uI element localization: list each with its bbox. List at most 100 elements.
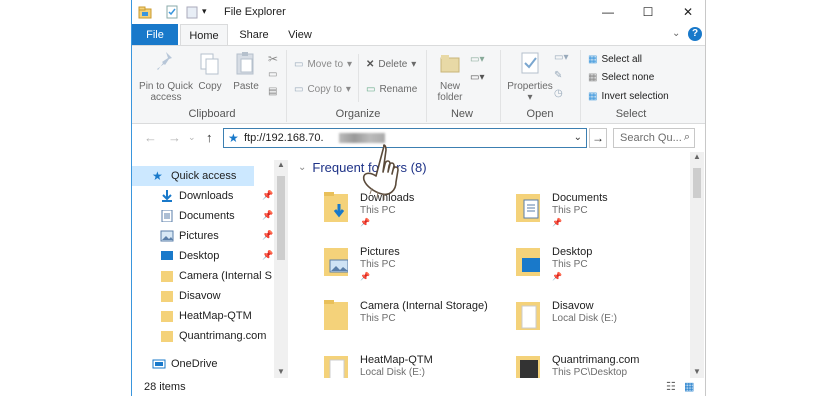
folder-tile-pictures[interactable]: Pictures This PC 📌 [320,242,500,292]
nav-quick-access[interactable]: ★ Quick access [132,166,254,186]
folder-icon [324,300,348,330]
nav-desktop[interactable]: Desktop [132,246,272,266]
nav-disavow[interactable]: Disavow [132,286,272,306]
nav-camera[interactable]: Camera (Internal Stora [132,266,272,286]
nav-label: HeatMap-QTM [179,310,252,322]
folder-app-icon [138,6,152,19]
title-bar: ▾ File Explorer — ☐ ✕ [132,0,705,24]
folder-tile-disavow[interactable]: Disavow Local Disk (E:) [512,296,690,346]
nav-pictures[interactable]: Pictures [132,226,272,246]
tab-file[interactable]: File [132,24,178,46]
ribbon-separator [580,50,581,122]
new-item-icon[interactable]: ▭▾ [470,54,484,65]
folder-name: Camera (Internal Storage) [360,300,488,312]
ribbon-tabs: File Home Share View ⌄ ? [132,24,705,46]
new-folder-button[interactable]: New folder [432,50,468,103]
copy-to-button[interactable]: ▭ Copy to ▾ [294,81,351,97]
pin-icon: 📌 [552,218,562,227]
tab-share[interactable]: Share [236,24,272,46]
select-all-icon: ▦ [588,53,598,65]
rename-button[interactable]: ▭ Rename [366,81,417,97]
address-dropdown-icon[interactable]: ⌄ [574,132,582,143]
paste-shortcut-icon[interactable]: ▤ [268,86,277,97]
folder-tile-heatmap[interactable]: HeatMap-QTM Local Disk (E:) [320,350,500,378]
select-none-icon: ▦ [588,71,598,83]
copy-path-icon[interactable]: ▭ [268,69,277,80]
paste-icon [236,52,254,75]
maximize-button[interactable]: ☐ [628,0,668,24]
navigation-pane: ★ Quick access Downloads 📌 Documents 📌 P… [132,152,289,378]
nav-onedrive[interactable]: OneDrive [132,354,272,374]
folder-tile-quantrimang[interactable]: Quantrimang.com This PC\Desktop [512,350,690,378]
minimize-button[interactable]: — [588,0,628,24]
qat-dropdown-icon[interactable]: ▾ [202,6,207,17]
folder-location: Local Disk (E:) [360,367,426,378]
folder-name: HeatMap-QTM [360,354,433,366]
nav-quantrimang[interactable]: Quantrimang.com [132,326,272,346]
open-icon[interactable]: ▭▾ [554,52,568,63]
search-input[interactable]: Search Qu... ⌕ [613,128,695,148]
select-none-button[interactable]: ▦ Select none [588,69,654,85]
tab-home[interactable]: Home [180,24,228,46]
pin-to-quick-access-button[interactable]: Pin to Quick access [136,50,196,103]
invert-selection-button[interactable]: ▦ Invert selection [588,88,669,104]
content-scrollbar-thumb[interactable] [693,168,701,198]
star-icon: ★ [152,169,163,183]
delete-button[interactable]: ✕ Delete ▾ [366,56,416,72]
pin-icon: 📌 [262,190,274,200]
nav-label: Desktop [179,250,220,262]
open-group-label: Open [526,108,554,120]
content-scrollbar[interactable]: ▲ ▼ [690,152,704,378]
back-arrow-icon[interactable]: ← [144,130,157,145]
tab-view[interactable]: View [282,24,318,46]
nav-documents[interactable]: Documents [132,206,272,226]
nav-scrollbar-thumb[interactable] [277,176,285,260]
copy-button[interactable]: Copy [196,50,224,92]
organize-group-label: Organize [335,108,381,120]
forward-arrow-icon[interactable]: → [168,130,181,145]
go-arrow-icon: → [592,131,604,145]
expand-ribbon-icon[interactable]: ⌄ [672,28,680,39]
help-icon[interactable]: ? [688,27,702,41]
close-button[interactable]: ✕ [668,0,705,24]
history-icon[interactable]: ◷ [554,88,563,99]
folder-tile-downloads[interactable]: Downloads This PC 📌 [320,188,500,238]
properties-qat-icon[interactable] [165,5,179,19]
desktop-folder-icon [516,248,540,276]
details-view-icon[interactable]: ☷ [666,380,676,393]
large-icons-view-icon[interactable]: ▦ [684,380,694,393]
move-to-button[interactable]: ▭ Move to ▾ [294,56,352,72]
up-arrow-icon[interactable]: ↑ [206,130,213,145]
new-folder-qat-icon[interactable] [185,5,199,19]
nav-downloads[interactable]: Downloads [132,186,272,206]
go-button[interactable]: → [589,128,607,148]
item-count: 28 items [144,381,186,393]
pin-icon: 📌 [262,230,274,240]
paste-button[interactable]: Paste [230,50,262,92]
folder-icon [161,331,173,342]
nav-label: Pictures [179,230,219,242]
address-row: ← → ⌄ ↑ ★ ftp://192.168.70. ⌄ → Search Q… [132,124,705,152]
edit-icon[interactable]: ✎ [554,70,562,81]
folder-icon [324,356,348,378]
nav-scrollbar[interactable]: ▲ ▼ [274,160,288,378]
folder-tile-desktop[interactable]: Desktop This PC 📌 [512,242,690,292]
scroll-down-icon[interactable]: ▼ [693,367,701,376]
folder-tile-camera[interactable]: Camera (Internal Storage) This PC [320,296,500,346]
recent-locations-icon[interactable]: ⌄ [188,132,196,143]
scroll-up-icon[interactable]: ▲ [693,152,701,161]
cut-icon[interactable]: ✂ [268,52,278,66]
folder-icon [161,291,173,302]
scroll-down-icon[interactable]: ▼ [277,367,285,376]
scroll-up-icon[interactable]: ▲ [277,160,285,169]
properties-button[interactable]: Properties ▾ [504,50,556,103]
downloads-folder-icon [324,192,348,222]
folder-location: This PC [552,259,588,270]
folder-name: Documents [552,192,608,204]
select-all-button[interactable]: ▦ Select all [588,51,642,67]
status-bar: 28 items ☷ ▦ [132,378,705,396]
easy-access-icon[interactable]: ▭▾ [470,72,484,83]
nav-heatmap[interactable]: HeatMap-QTM [132,306,272,326]
folder-tile-documents[interactable]: Documents This PC 📌 [512,188,690,238]
folder-location: This PC [360,205,396,216]
